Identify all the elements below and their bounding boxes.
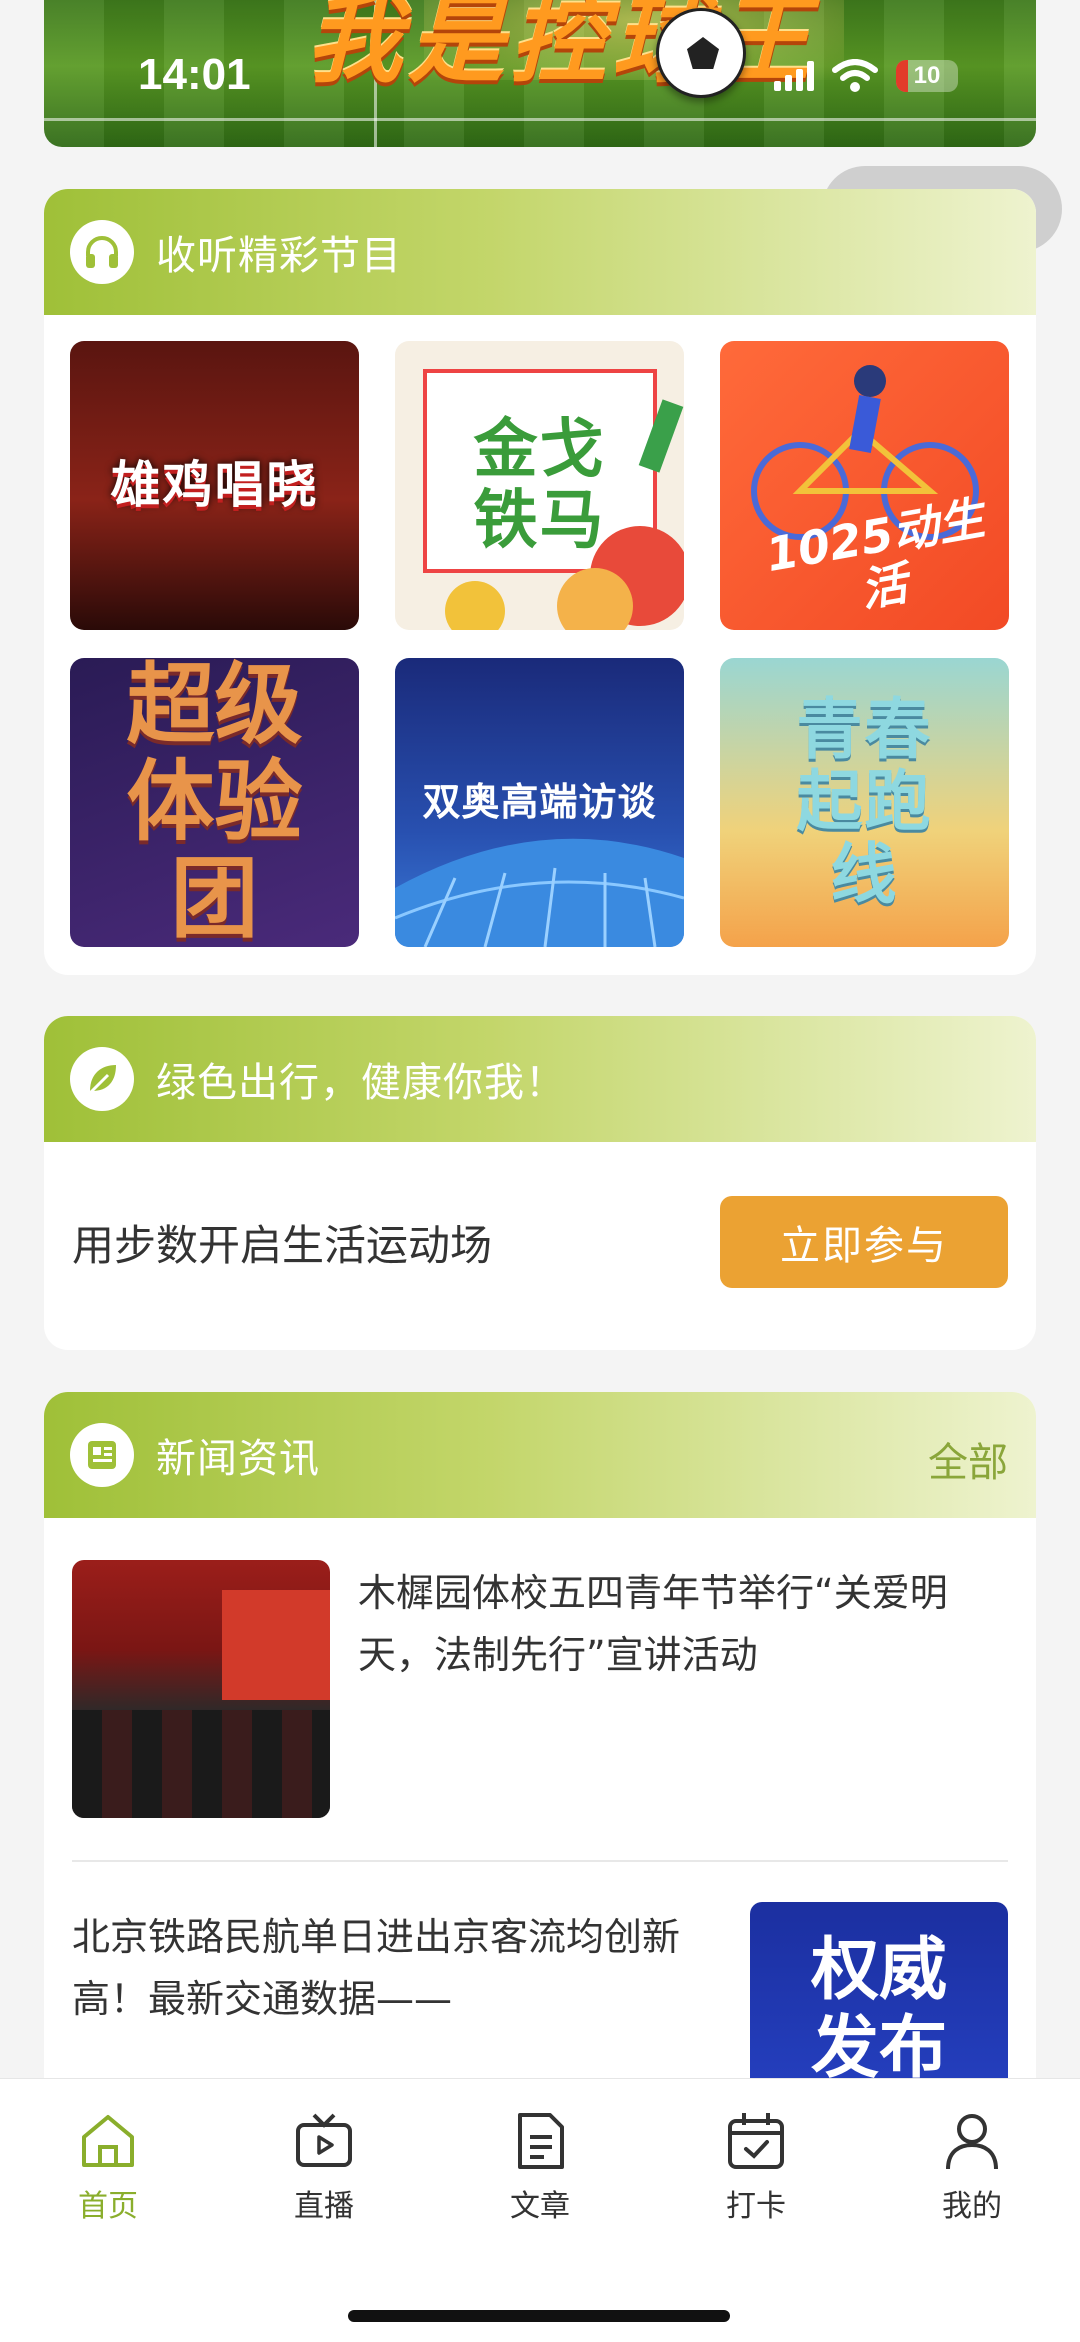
tab-home[interactable]: 首页 — [0, 2109, 216, 2249]
tv-icon — [296, 2113, 352, 2167]
program-title: 雄鸡唱晓 — [110, 456, 319, 514]
status-time: 14:01 — [138, 50, 251, 99]
view-all-link[interactable]: 全部 — [928, 1430, 1008, 1488]
green-travel-section: 绿色出行，健康你我！ 用步数开启生活运动场 立即参与 — [44, 1016, 1036, 1350]
calendar-check-icon — [728, 2113, 784, 2169]
news-thumbnail — [72, 1560, 330, 1818]
programs-header: 收听精彩节目 — [44, 189, 1036, 315]
section-title: 绿色出行，健康你我！ — [156, 1060, 566, 1106]
tab-articles[interactable]: 文章 — [432, 2109, 648, 2249]
program-tile[interactable]: 双奥高端访谈 — [395, 658, 684, 947]
headphones-icon — [70, 220, 134, 284]
green-travel-header: 绿色出行，健康你我！ — [44, 1016, 1036, 1142]
program-title: 超级体验团 — [126, 658, 303, 947]
battery-icon: 10 — [896, 60, 958, 92]
document-icon — [518, 2113, 564, 2169]
tab-checkin[interactable]: 打卡 — [648, 2109, 864, 2249]
user-icon — [946, 2114, 998, 2170]
programs-grid: 雄鸡唱晓 金戈铁马 1025动生活 超级体验团 双奥高端访谈 青春起跑线 — [44, 315, 1036, 947]
newspaper-icon — [70, 1423, 134, 1487]
signal-icon — [774, 61, 814, 91]
status-icons: 10 — [774, 54, 958, 98]
thumbnail-audience — [72, 1710, 330, 1818]
program-title: 双奥高端访谈 — [422, 779, 657, 824]
field-line — [44, 118, 1036, 121]
news-thumbnail: 权威发布 — [750, 1902, 1008, 2102]
leaf-icon — [70, 1047, 134, 1111]
thumbnail-screen — [222, 1590, 330, 1700]
news-title: 北京铁路民航单日进出京客流均创新高！最新交通数据—— — [72, 1915, 681, 2021]
program-tile[interactable]: 1025动生活 — [720, 341, 1009, 630]
step-challenge-row: 用步数开启生活运动场 立即参与 — [44, 1142, 1036, 1342]
program-tile[interactable]: 青春起跑线 — [720, 658, 1009, 947]
news-section: 新闻资讯 全部 木樨园体校五四青年节举行“关爱明天，法制先行”宣讲活动 北京铁路… — [44, 1392, 1036, 2112]
program-title: 青春起跑线 — [796, 690, 933, 913]
soccer-ball-icon — [656, 8, 746, 98]
section-title: 收听精彩节目 — [156, 233, 402, 279]
tab-label: 我的 — [942, 2189, 1002, 2224]
step-challenge-text: 用步数开启生活运动场 — [72, 1220, 493, 1270]
wifi-icon — [832, 59, 878, 92]
news-title: 木樨园体校五四青年节举行“关爱明天，法制先行”宣讲活动 — [358, 1571, 948, 1677]
program-title: 金戈铁马 — [473, 413, 606, 558]
home-indicator[interactable] — [348, 2310, 730, 2322]
program-tile[interactable]: 超级体验团 — [70, 658, 359, 947]
home-icon — [82, 2115, 134, 2167]
news-header: 新闻资讯 全部 — [44, 1392, 1036, 1518]
tab-label: 直播 — [294, 2189, 354, 2224]
tab-label: 文章 — [510, 2189, 570, 2224]
tab-label: 首页 — [78, 2189, 138, 2224]
tab-label: 打卡 — [726, 2189, 786, 2224]
section-title: 新闻资讯 — [156, 1436, 320, 1482]
program-tile[interactable]: 金戈铁马 — [395, 341, 684, 630]
battery-level: 10 — [913, 62, 941, 89]
program-tile[interactable]: 雄鸡唱晓 — [70, 341, 359, 630]
tab-bar: 首页 直播 文章 打卡 我的 — [0, 2078, 1080, 2342]
tab-live[interactable]: 直播 — [216, 2109, 432, 2249]
join-now-button[interactable]: 立即参与 — [720, 1196, 1008, 1288]
news-item[interactable]: 木樨园体校五四青年节举行“关爱明天，法制先行”宣讲活动 — [72, 1518, 1008, 1862]
tab-profile[interactable]: 我的 — [864, 2109, 1080, 2249]
programs-section: 收听精彩节目 雄鸡唱晓 金戈铁马 1025动生活 超级体验团 双奥高端访谈 青春… — [44, 189, 1036, 975]
thumbnail-text: 权威发布 — [810, 1931, 947, 2088]
news-item[interactable]: 北京铁路民航单日进出京客流均创新高！最新交通数据—— 权威发布 — [44, 1862, 1036, 2102]
